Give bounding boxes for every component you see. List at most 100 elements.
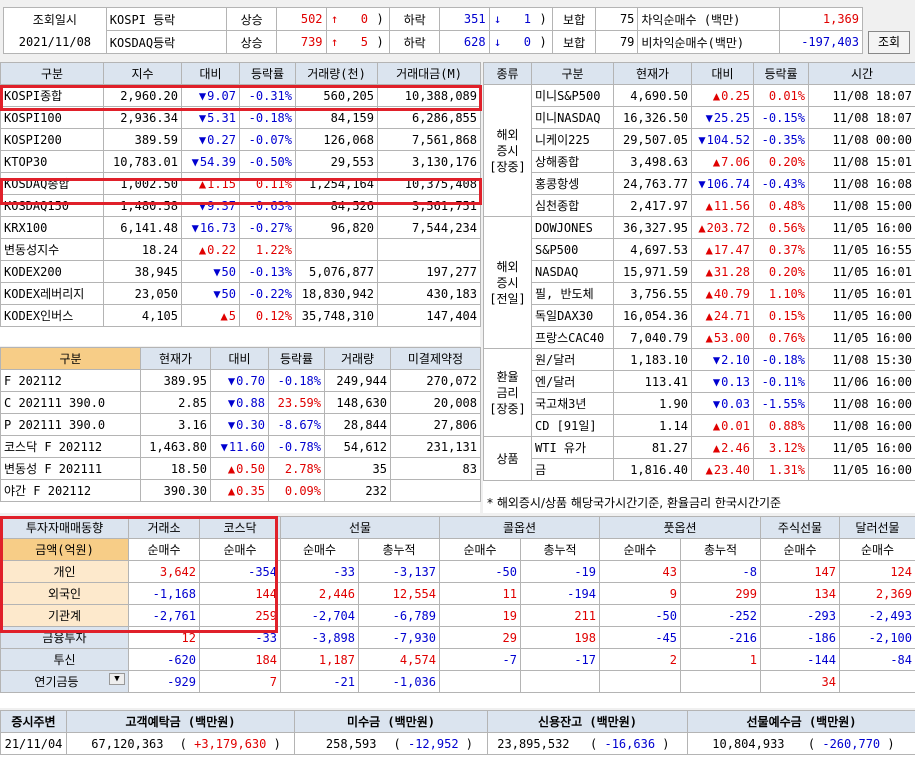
investor-value: 147: [760, 560, 840, 583]
index-row[interactable]: KOSDAQ1501,480.589.37-0.63%84,5263,561,7…: [0, 194, 481, 217]
investor-row[interactable]: 연기금등 ▼ -929 7 -21 -1,036 34: [0, 670, 915, 693]
investor-value: -354: [199, 560, 281, 583]
futures-row[interactable]: C 202111 390.02.850.8823.59%148,63020,00…: [0, 391, 481, 414]
world-change: 203.72: [691, 216, 754, 239]
world-row[interactable]: 국고채3년1.900.03-1.55%11/08 16:00: [484, 392, 915, 415]
world-row[interactable]: 프랑스CAC407,040.7953.000.76%11/05 16:00: [484, 326, 915, 349]
investor-name[interactable]: 연기금등 ▼: [0, 670, 129, 693]
world-row[interactable]: 상해종합3,498.637.060.20%11/08 15:01: [484, 150, 915, 173]
col-header[interactable]: 대비: [691, 62, 754, 85]
world-row[interactable]: NASDAQ15,971.5931.280.20%11/05 16:01: [484, 260, 915, 283]
col-header[interactable]: 등락률: [753, 62, 809, 85]
col-header[interactable]: 현재가: [140, 347, 211, 370]
col-header: 주식선물: [760, 516, 840, 539]
col-header: 코스닥: [199, 516, 281, 539]
world-time: 11/08 18:07: [808, 84, 915, 107]
world-row[interactable]: 해외 증시 [장중]미니S&P5004,690.500.250.01%11/08…: [483, 84, 915, 217]
world-value: 4,690.50: [613, 84, 692, 107]
col-header[interactable]: 시간: [808, 62, 915, 85]
search-button[interactable]: 조회: [868, 31, 910, 54]
col-header[interactable]: 대비: [181, 62, 240, 85]
index-row[interactable]: KRX1006,141.4816.73-0.27%96,8207,544,234: [0, 216, 481, 239]
world-row[interactable]: 독일DAX3016,054.3624.710.15%11/05 16:00: [484, 304, 915, 327]
col-header[interactable]: 현재가: [613, 62, 692, 85]
col-header: 선물: [280, 516, 440, 539]
index-row[interactable]: KODEX인버스4,10550.12%35,748,310147,404: [0, 304, 481, 327]
world-row[interactable]: 환율 금리 [장중]원/달러1,183.102.10-0.18%11/08 15…: [483, 348, 915, 437]
investor-value: -17: [520, 648, 600, 671]
world-row[interactable]: S&P5004,697.5317.470.37%11/05 16:55: [484, 238, 915, 261]
world-row[interactable]: 심천종합2,417.9711.560.48%11/08 15:00: [484, 194, 915, 217]
index-row[interactable]: KOSPI1002,936.345.31-0.18%84,1596,286,85…: [0, 106, 481, 129]
futures-open-interest: 20,008: [390, 391, 481, 414]
index-row[interactable]: KOSPI200389.590.27-0.07%126,0687,561,868: [0, 128, 481, 151]
down-arrow-icon: ↓: [488, 7, 506, 31]
investor-row[interactable]: 기관계 -2,761 259 -2,704 -6,789 19 211 -50 -252 -293…: [0, 604, 915, 627]
futures-row[interactable]: F 202112389.950.70-0.18%249,944270,072: [0, 369, 481, 392]
col-header: 미수금 (백만원): [293, 710, 489, 733]
world-time: 11/05 16:55: [808, 238, 915, 261]
investor-value: -19: [520, 560, 600, 583]
world-row[interactable]: 해외 증시 [전일]DOWJONES36,327.95203.720.56%11…: [483, 216, 915, 349]
col-header[interactable]: 구분: [0, 347, 141, 370]
down-change: 0: [505, 30, 534, 54]
col-header[interactable]: 대비: [210, 347, 269, 370]
index-volume: 1,254,164: [295, 172, 378, 195]
investor-row[interactable]: 개인 3,642 -354 -33 -3,137 -50 -19 43 -8 147 124: [0, 560, 915, 583]
col-header[interactable]: 거래량(천): [295, 62, 378, 85]
futures-change: 0.88: [210, 391, 269, 414]
dropdown-arrow-icon[interactable]: ▼: [109, 673, 125, 685]
world-rate: -1.55%: [753, 392, 809, 415]
index-row[interactable]: KOSDAQ종합1,002.501.150.11%1,254,16410,375…: [0, 172, 481, 195]
investor-row[interactable]: 외국인 -1,168 144 2,446 12,554 11 -194 9 299 134 2,36…: [0, 582, 915, 605]
index-row[interactable]: KODEX20038,94550-0.13%5,076,877197,277: [0, 260, 481, 283]
sub-header: 순매수: [599, 538, 681, 561]
world-row[interactable]: 엔/달러113.410.13-0.11%11/06 16:00: [484, 370, 915, 393]
index-amount: 197,277: [377, 260, 481, 283]
world-time: 11/05 16:00: [808, 436, 915, 459]
col-header[interactable]: 등락률: [239, 62, 296, 85]
futures-row[interactable]: P 202111 390.03.160.30-8.67%28,84427,806: [0, 413, 481, 436]
col-header[interactable]: 구분: [0, 62, 104, 85]
world-row[interactable]: 상품WTI 유가81.272.463.12%11/05 16:00: [483, 436, 915, 481]
index-row[interactable]: KODEX레버리지23,05050-0.22%18,830,942430,183: [0, 282, 481, 305]
index-rate: 0.11%: [239, 172, 296, 195]
col-header: 신용잔고 (백만원): [487, 710, 689, 733]
futures-name: 코스닥 F 202112: [0, 435, 141, 458]
world-row[interactable]: CD [91일]1.140.010.88%11/08 16:00: [484, 414, 915, 437]
investor-subheader-row: 금액(억원) 순매수 순매수 순매수 총누적 순매수 총누적 순매수 총누적 순매수 순매수: [0, 538, 915, 561]
col-header[interactable]: 거래대금(M): [377, 62, 481, 85]
index-row[interactable]: 변동성지수18.240.221.22%: [0, 238, 481, 261]
investor-row[interactable]: 금융투자 12 -33 -3,898 -7,930 29 198 -45 -216 -186 -2,…: [0, 626, 915, 649]
world-time: 11/08 16:08: [808, 172, 915, 195]
index-change: 1.15: [181, 172, 240, 195]
world-row[interactable]: 필, 반도체3,756.5540.791.10%11/05 16:01: [484, 282, 915, 305]
futures-value: 390.30: [140, 479, 211, 502]
world-row[interactable]: 금1,816.4023.401.31%11/05 16:00: [484, 458, 915, 481]
col-header[interactable]: 구분: [531, 62, 614, 85]
world-name: 국고채3년: [531, 392, 614, 415]
col-header[interactable]: 거래량: [324, 347, 391, 370]
world-row[interactable]: 니케이22529,507.05104.52-0.35%11/08 00:00: [484, 128, 915, 151]
futures-row[interactable]: 코스닥 F 2021121,463.8011.60-0.78%54,612231…: [0, 435, 481, 458]
index-row[interactable]: KTOP3010,783.0154.39-0.50%29,5533,130,17…: [0, 150, 481, 173]
futures-name: F 202112: [0, 369, 141, 392]
futures-rate: -8.67%: [268, 413, 325, 436]
futures-row[interactable]: 변동성 F 20211118.500.502.78%3583: [0, 457, 481, 480]
col-header[interactable]: 등락률: [268, 347, 325, 370]
world-rate: -0.35%: [753, 128, 809, 151]
col-header[interactable]: 미결제약정: [390, 347, 481, 370]
col-header[interactable]: 지수: [103, 62, 182, 85]
world-row[interactable]: 미니NASDAQ16,326.5025.25-0.15%11/08 18:07: [484, 106, 915, 129]
world-change: 0.13: [691, 370, 754, 393]
world-value: 4,697.53: [613, 238, 692, 261]
index-name: 변동성지수: [0, 238, 104, 261]
world-row[interactable]: 홍콩항셍24,763.77106.74-0.43%11/08 16:08: [484, 172, 915, 195]
col-header[interactable]: 종류: [483, 62, 532, 85]
index-change: 9.07: [181, 84, 240, 107]
investor-value: -7,930: [358, 626, 440, 649]
index-row[interactable]: KOSPI종합2,960.209.07-0.31%560,20510,388,0…: [0, 84, 481, 107]
investor-row[interactable]: 투신 -620 184 1,187 4,574 -7 -17 2 1 -144 -84: [0, 648, 915, 671]
futures-row[interactable]: 야간 F 202112390.300.350.09%232: [0, 479, 481, 502]
investor-value: 184: [199, 648, 281, 671]
